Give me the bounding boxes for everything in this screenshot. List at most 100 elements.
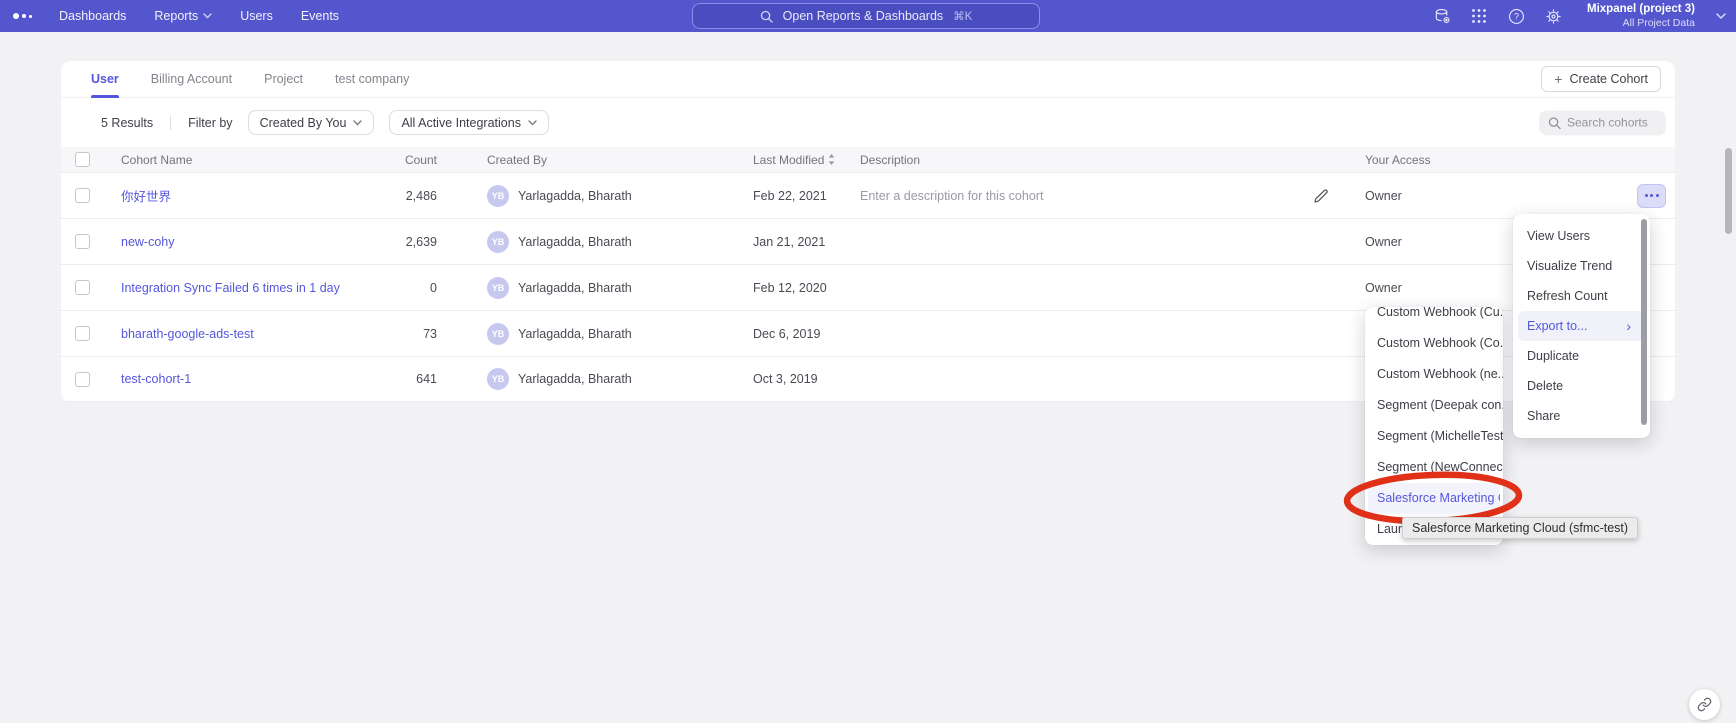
submenu-scrollbar[interactable] bbox=[1725, 148, 1732, 234]
menu-item-view-users[interactable]: View Users bbox=[1513, 221, 1650, 251]
submenu-item-salesforce-marketing-cloud[interactable]: Salesforce Marketing C... bbox=[1368, 483, 1500, 514]
tab-project[interactable]: Project bbox=[264, 61, 303, 98]
row-checkbox[interactable] bbox=[75, 280, 90, 295]
chevron-down-icon bbox=[353, 120, 362, 126]
search-cohorts-input[interactable] bbox=[1567, 116, 1657, 130]
row-checkbox[interactable] bbox=[75, 326, 90, 341]
avatar: YB bbox=[487, 368, 509, 390]
menu-item-share[interactable]: Share bbox=[1513, 401, 1650, 431]
divider bbox=[170, 115, 171, 130]
cohort-count: 2,486 bbox=[341, 189, 437, 203]
description-placeholder[interactable]: Enter a description for this cohort bbox=[860, 189, 1043, 203]
submenu-item-segment-michelletest[interactable]: Segment (MichelleTest) bbox=[1365, 421, 1503, 452]
tab-test-company[interactable]: test company bbox=[335, 61, 409, 98]
project-chevron-down-icon[interactable] bbox=[1716, 13, 1726, 20]
menu-item-export-to[interactable]: Export to... › bbox=[1518, 311, 1645, 341]
data-management-icon[interactable] bbox=[1433, 7, 1451, 25]
cohort-name-link[interactable]: new-cohy bbox=[121, 235, 175, 249]
cohort-context-menu: View Users Visualize Trend Refresh Count… bbox=[1513, 214, 1650, 438]
global-search[interactable]: Open Reports & Dashboards ⌘K bbox=[692, 3, 1040, 29]
sort-icon[interactable] bbox=[828, 154, 835, 165]
integrations-filter[interactable]: All Active Integrations bbox=[389, 110, 549, 135]
cohort-name-link[interactable]: Integration Sync Failed 6 times in 1 day bbox=[121, 281, 340, 295]
cohort-name-link[interactable]: test-cohort-1 bbox=[121, 372, 191, 386]
row-checkbox[interactable] bbox=[75, 372, 90, 387]
table-row: 你好世界 2,486 YB Yarlagadda, Bharath Feb 22… bbox=[61, 172, 1675, 218]
submenu-item-segment-deepak[interactable]: Segment (Deepak con... bbox=[1365, 390, 1503, 421]
mixpanel-logo-icon[interactable] bbox=[13, 13, 32, 19]
creator-name: Yarlagadda, Bharath bbox=[518, 372, 632, 386]
cohort-count: 2,639 bbox=[341, 235, 437, 249]
settings-gear-icon[interactable] bbox=[1544, 7, 1562, 25]
col-description: Description bbox=[860, 153, 1365, 167]
help-icon[interactable]: ? bbox=[1507, 7, 1525, 25]
creator-name: Yarlagadda, Bharath bbox=[518, 235, 632, 249]
edit-pencil-icon[interactable] bbox=[1313, 188, 1329, 204]
nav-reports-label: Reports bbox=[154, 9, 198, 23]
submenu-item-custom-webhook-2[interactable]: Custom Webhook (Co... bbox=[1365, 328, 1503, 359]
salesforce-tooltip: Salesforce Marketing Cloud (sfmc-test) bbox=[1402, 517, 1638, 539]
avatar: YB bbox=[487, 185, 509, 207]
select-all-checkbox[interactable] bbox=[75, 152, 90, 167]
more-options-button[interactable] bbox=[1637, 184, 1666, 208]
search-icon bbox=[1548, 116, 1561, 129]
cohort-count: 73 bbox=[341, 327, 437, 341]
results-count: 5 Results bbox=[101, 116, 153, 130]
table-header: Cohort Name Count Created By Last Modifi… bbox=[61, 147, 1675, 172]
created-by-filter-label: Created By You bbox=[260, 116, 347, 130]
access-level: Owner bbox=[1365, 281, 1402, 295]
creator-name: Yarlagadda, Bharath bbox=[518, 189, 632, 203]
copy-link-button[interactable] bbox=[1689, 689, 1720, 720]
nav-users[interactable]: Users bbox=[240, 9, 273, 23]
nav-reports[interactable]: Reports bbox=[154, 9, 212, 23]
submenu-item-custom-webhook-1[interactable]: Custom Webhook (Cu... bbox=[1365, 307, 1503, 328]
menu-scrollbar[interactable] bbox=[1641, 219, 1647, 425]
last-modified: Feb 12, 2020 bbox=[753, 281, 860, 295]
project-name: Mixpanel (project 3) bbox=[1587, 2, 1695, 16]
row-checkbox[interactable] bbox=[75, 188, 90, 203]
cohort-name-link[interactable]: bharath-google-ads-test bbox=[121, 327, 254, 341]
submenu-item-segment-newconnec[interactable]: Segment (NewConnec... bbox=[1365, 452, 1503, 483]
access-level: Owner bbox=[1365, 189, 1402, 203]
global-search-placeholder: Open Reports & Dashboards bbox=[783, 9, 944, 23]
creator-name: Yarlagadda, Bharath bbox=[518, 327, 632, 341]
avatar: YB bbox=[487, 323, 509, 345]
search-cohorts-box bbox=[1539, 110, 1666, 135]
nav-events[interactable]: Events bbox=[301, 9, 339, 23]
tab-user[interactable]: User bbox=[91, 61, 119, 98]
avatar: YB bbox=[487, 277, 509, 299]
filter-by-label: Filter by bbox=[188, 116, 232, 130]
nav-dashboards[interactable]: Dashboards bbox=[59, 9, 126, 23]
submenu-item-custom-webhook-3[interactable]: Custom Webhook (ne... bbox=[1365, 359, 1503, 390]
svg-text:?: ? bbox=[1514, 11, 1519, 21]
create-cohort-label: Create Cohort bbox=[1569, 72, 1648, 86]
created-by-filter[interactable]: Created By You bbox=[248, 110, 375, 135]
avatar: YB bbox=[487, 231, 509, 253]
last-modified: Feb 22, 2021 bbox=[753, 189, 860, 203]
table-row: new-cohy 2,639 YB Yarlagadda, Bharath Ja… bbox=[61, 218, 1675, 264]
project-switcher[interactable]: Mixpanel (project 3) All Project Data bbox=[1587, 2, 1695, 30]
create-cohort-button[interactable]: + Create Cohort bbox=[1541, 66, 1661, 92]
row-checkbox[interactable] bbox=[75, 234, 90, 249]
export-submenu: Custom Webhook (Cu... Custom Webhook (Co… bbox=[1365, 307, 1503, 545]
search-icon bbox=[760, 10, 773, 23]
apps-grid-icon[interactable] bbox=[1470, 7, 1488, 25]
top-nav: Dashboards Reports Users Events Open Rep… bbox=[0, 0, 1736, 32]
tabs-row: User Billing Account Project test compan… bbox=[61, 61, 1675, 98]
cohort-count: 641 bbox=[341, 372, 437, 386]
tab-billing-account[interactable]: Billing Account bbox=[151, 61, 232, 98]
cohort-name-link[interactable]: 你好世界 bbox=[121, 190, 171, 204]
filter-row: 5 Results Filter by Created By You All A… bbox=[61, 98, 1675, 147]
access-level: Owner bbox=[1365, 235, 1402, 249]
last-modified: Oct 3, 2019 bbox=[753, 372, 860, 386]
col-count: Count bbox=[341, 153, 437, 167]
menu-item-delete[interactable]: Delete bbox=[1513, 371, 1650, 401]
menu-item-visualize-trend[interactable]: Visualize Trend bbox=[1513, 251, 1650, 281]
col-your-access: Your Access bbox=[1365, 153, 1675, 167]
table-row: Integration Sync Failed 6 times in 1 day… bbox=[61, 264, 1675, 310]
project-scope: All Project Data bbox=[1587, 17, 1695, 30]
link-icon bbox=[1697, 697, 1712, 712]
menu-item-refresh-count[interactable]: Refresh Count bbox=[1513, 281, 1650, 311]
menu-item-duplicate[interactable]: Duplicate bbox=[1513, 341, 1650, 371]
cohort-count: 0 bbox=[341, 281, 437, 295]
